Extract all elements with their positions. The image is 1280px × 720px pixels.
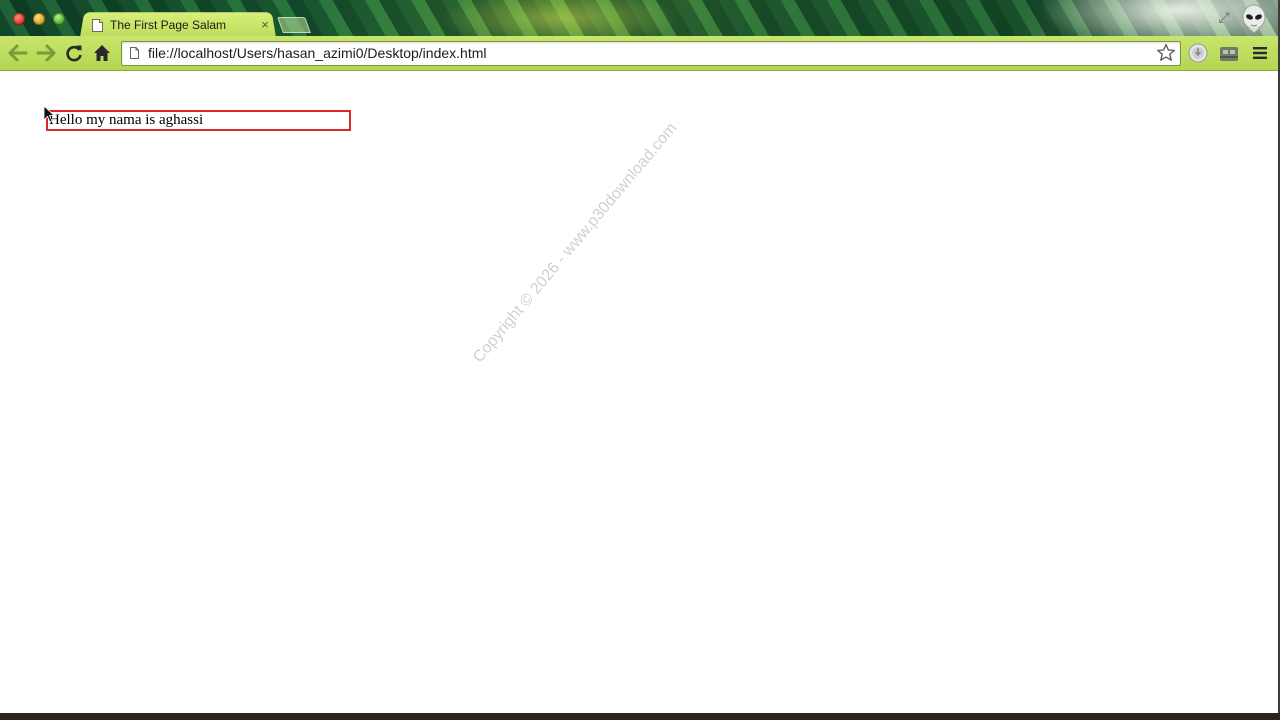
url-text[interactable]: file://localhost/Users/hasan_azimi0/Desk…: [148, 45, 487, 61]
fullscreen-icon[interactable]: ⤢: [1216, 9, 1232, 25]
address-bar[interactable]: file://localhost/Users/hasan_azimi0/Desk…: [121, 41, 1181, 66]
home-button[interactable]: [90, 41, 114, 65]
extension-shield-button[interactable]: [1186, 41, 1210, 65]
extension-puzzle-icon: [1220, 47, 1238, 61]
back-button[interactable]: [6, 41, 30, 65]
watermark-text: Copyright © 2026 - www.p30download.com: [470, 119, 681, 366]
alien-profile-icon[interactable]: [1240, 4, 1268, 34]
browser-window: The First Page Salam × ⤢ file://localhos…: [0, 0, 1280, 713]
mouse-cursor-icon: [43, 105, 55, 123]
bookmark-star-icon[interactable]: [1156, 43, 1176, 63]
new-tab-button[interactable]: [277, 17, 311, 33]
hamburger-menu-icon: [1253, 47, 1267, 59]
tab-strip: The First Page Salam × ⤢: [0, 0, 1278, 38]
page-icon: [130, 47, 139, 59]
back-arrow-icon: [8, 44, 28, 62]
menu-button[interactable]: [1248, 41, 1272, 65]
hello-text-box: Hello my nama is aghassi: [46, 110, 351, 131]
window-minimize-button[interactable]: [33, 13, 45, 25]
reload-button[interactable]: [62, 41, 86, 65]
tab-title: The First Page Salam: [110, 18, 227, 32]
forward-arrow-icon: [36, 44, 56, 62]
extension-puzzle-button[interactable]: [1217, 41, 1241, 65]
tab-close-icon[interactable]: ×: [258, 18, 272, 32]
reload-icon: [66, 45, 82, 62]
page-content: Hello my nama is aghassi Copyright © 202…: [0, 71, 1278, 713]
browser-toolbar: file://localhost/Users/hasan_azimi0/Desk…: [0, 36, 1278, 71]
window-close-button[interactable]: [13, 13, 25, 25]
home-icon: [94, 45, 110, 61]
tab-active[interactable]: The First Page Salam ×: [92, 14, 272, 36]
window-zoom-button[interactable]: [53, 13, 65, 25]
document-icon: [92, 18, 103, 32]
forward-button[interactable]: [34, 41, 58, 65]
extension-shield-icon: [1188, 43, 1208, 63]
